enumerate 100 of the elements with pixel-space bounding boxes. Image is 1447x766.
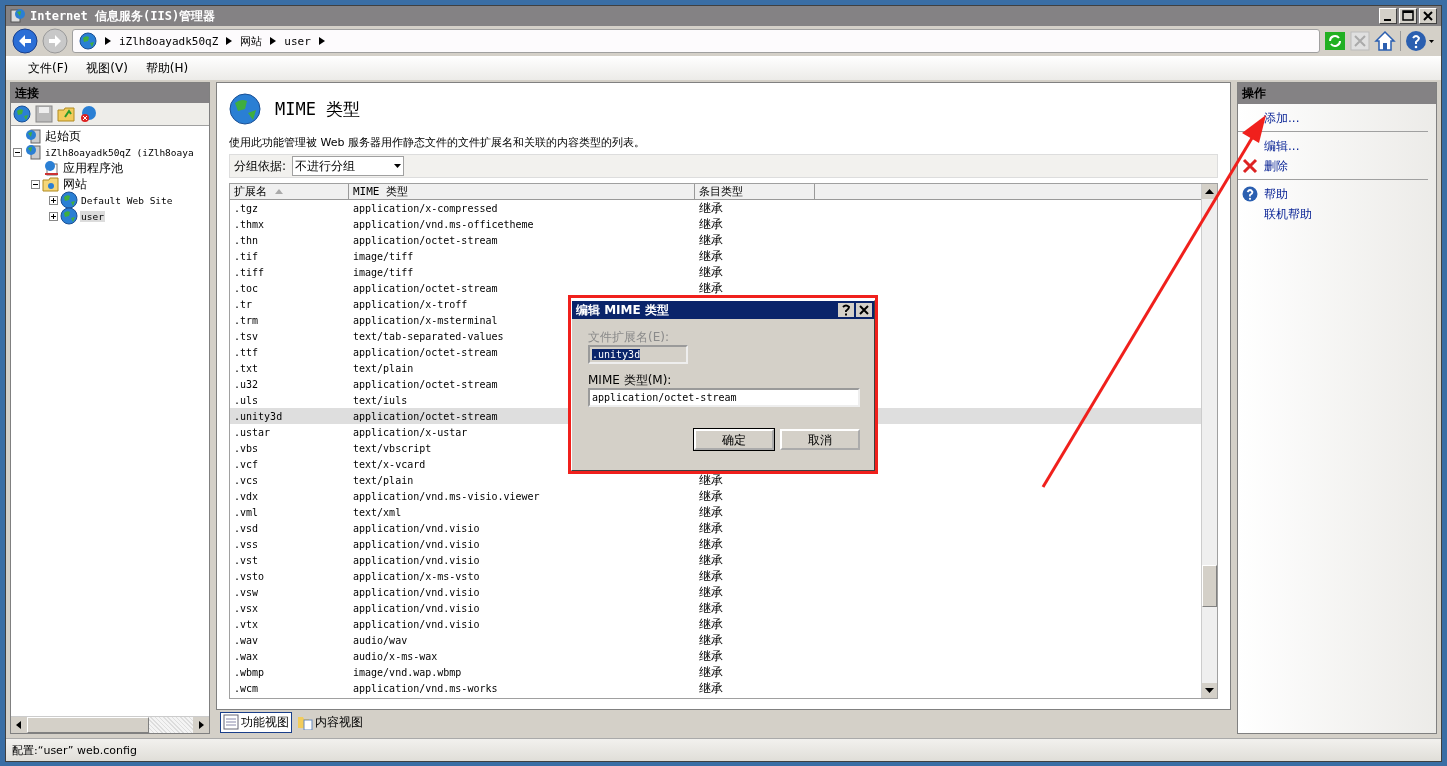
table-cell-text: 继承 bbox=[698, 280, 723, 297]
input-field[interactable]: application/octet-stream bbox=[588, 388, 860, 407]
breadcrumb-item[interactable]: iZlh8oayadk50qZ bbox=[119, 34, 219, 48]
table-cell-text: 继承 bbox=[698, 536, 723, 553]
folder-icon[interactable] bbox=[57, 105, 75, 123]
table-cell-text: .thmx bbox=[233, 219, 265, 230]
menu-item[interactable]: 视图(V) bbox=[86, 59, 128, 77]
table-cell-text: application/vnd.ms-officetheme bbox=[352, 219, 534, 230]
expand-icon[interactable] bbox=[49, 211, 58, 221]
collapse-icon[interactable] bbox=[31, 179, 40, 189]
app-icon bbox=[10, 8, 26, 24]
table-cell-text: application/vnd.ms-works bbox=[352, 683, 498, 694]
table-cell-text: .vtx bbox=[233, 619, 259, 630]
expand-icon[interactable] bbox=[49, 195, 58, 205]
help-icon[interactable] bbox=[1405, 30, 1435, 52]
connect-icon[interactable] bbox=[13, 105, 31, 123]
table-cell-text: 继承 bbox=[698, 472, 723, 489]
table-cell-text: .toc bbox=[233, 283, 259, 294]
tree-item[interactable]: iZlh8oayadk50qZ (iZlh8oaya bbox=[44, 146, 195, 158]
server-icon bbox=[24, 144, 42, 160]
home-icon[interactable] bbox=[1374, 30, 1396, 52]
table-cell-text: 继承 bbox=[698, 552, 723, 569]
table-cell-text: application/x-troff bbox=[352, 298, 468, 310]
table-cell-text: .tif bbox=[233, 251, 259, 262]
action-link[interactable]: 添加... bbox=[1264, 109, 1300, 127]
table-cell-text: 继承 bbox=[698, 504, 723, 521]
table-cell-text: .txt bbox=[233, 362, 259, 374]
refresh-icon[interactable] bbox=[1324, 31, 1346, 51]
group-by-label: 分组依据: bbox=[234, 157, 287, 175]
table-cell-text: .ttf bbox=[233, 346, 259, 358]
close-icon[interactable] bbox=[856, 303, 872, 317]
table-cell-text: 继承 bbox=[698, 616, 723, 633]
table-cell-text: .vss bbox=[233, 539, 259, 550]
table-cell-text: .wav bbox=[233, 635, 259, 646]
close-icon[interactable] bbox=[1419, 8, 1437, 24]
column-header[interactable]: MIME 类型 bbox=[349, 184, 695, 199]
group-by-dropdown[interactable]: 不进行分组 bbox=[292, 156, 405, 176]
scroll-down-icon[interactable] bbox=[1202, 683, 1217, 698]
disconnect-icon[interactable] bbox=[79, 105, 97, 123]
tree-item[interactable]: 起始页 bbox=[44, 127, 82, 145]
column-header[interactable]: 扩展名 bbox=[230, 184, 349, 199]
table-cell-text: text/vbscript bbox=[352, 442, 432, 454]
table-cell-text: 继承 bbox=[698, 216, 723, 233]
menu-item[interactable]: 文件(F) bbox=[28, 59, 69, 77]
list-view-icon bbox=[223, 714, 239, 730]
dialog-button[interactable]: 确定 bbox=[694, 429, 774, 450]
table-cell-text: application/vnd.visio bbox=[352, 603, 480, 614]
breadcrumb-item[interactable]: 网站 bbox=[240, 33, 263, 49]
caret-icon bbox=[318, 37, 325, 45]
minimize-button[interactable] bbox=[1379, 8, 1397, 24]
help-button[interactable] bbox=[838, 303, 854, 317]
table-cell-text: application/vnd.visio bbox=[352, 523, 480, 534]
view-tab[interactable]: 功能视图 bbox=[220, 711, 292, 733]
table-cell-text: audio/x-ms-wax bbox=[352, 651, 438, 662]
back-button[interactable] bbox=[12, 28, 38, 54]
table-cell-text: .wax bbox=[233, 651, 259, 662]
table-cell-text: .vsw bbox=[233, 587, 259, 598]
column-header[interactable]: 条目类型 bbox=[695, 184, 815, 199]
view-tab[interactable]: 内容视图 bbox=[294, 711, 366, 733]
table-cell-text: .vml bbox=[233, 507, 259, 518]
table-cell-text: 继承 bbox=[698, 200, 723, 217]
address-bar[interactable]: iZlh8oayadk50qZ 网站 user bbox=[72, 29, 1320, 53]
table-cell-text: image/vnd.wap.wbmp bbox=[352, 667, 462, 678]
table-cell-text: application/octet-stream bbox=[352, 346, 498, 358]
tree-item[interactable]: user bbox=[80, 210, 105, 222]
breadcrumb-item[interactable]: user bbox=[284, 34, 311, 48]
scroll-up-icon[interactable] bbox=[1202, 184, 1217, 199]
table-cell-text: application/vnd.visio bbox=[352, 555, 480, 566]
folder-icon bbox=[42, 176, 60, 192]
table-cell-text: 继承 bbox=[698, 248, 723, 265]
table-cell-text: application/octet-stream bbox=[352, 235, 498, 246]
action-link[interactable]: 删除 bbox=[1264, 157, 1288, 175]
menu-item[interactable]: 帮助(H) bbox=[145, 59, 189, 77]
panel-title: 连接 bbox=[11, 83, 209, 103]
panel-title: 操作 bbox=[1238, 83, 1436, 104]
scroll-left-icon[interactable] bbox=[11, 717, 27, 733]
globe-icon bbox=[229, 93, 261, 125]
scrollbar-thumb[interactable] bbox=[1202, 565, 1217, 607]
table-cell-text: .tiff bbox=[233, 267, 265, 278]
maximize-button[interactable] bbox=[1399, 8, 1417, 24]
action-link[interactable]: 帮助 bbox=[1264, 185, 1288, 203]
description-text: 使用此功能管理被 Web 服务器用作静态文件的文件扩展名和关联的内容类型的列表。 bbox=[229, 135, 646, 150]
action-link[interactable]: 联机帮助 bbox=[1264, 205, 1312, 223]
table-cell-text: application/octet-stream bbox=[352, 283, 498, 294]
scrollbar-thumb[interactable] bbox=[27, 717, 149, 733]
action-link[interactable]: 编辑... bbox=[1264, 137, 1300, 155]
collapse-icon[interactable] bbox=[13, 147, 22, 157]
table-cell-text: text/iuls bbox=[352, 394, 408, 406]
tree-item[interactable]: 应用程序池 bbox=[62, 159, 124, 177]
table-cell-text: application/x-compressed bbox=[352, 203, 498, 214]
table-cell-text: 继承 bbox=[698, 680, 723, 697]
table-cell-text: application/vnd.visio bbox=[352, 619, 480, 630]
table-cell-text: application/x-msterminal bbox=[352, 314, 498, 326]
table-cell-text: 继承 bbox=[698, 632, 723, 649]
dialog-button[interactable]: 取消 bbox=[780, 429, 860, 450]
table-cell-text: 继承 bbox=[698, 264, 723, 281]
scroll-right-icon[interactable] bbox=[193, 717, 209, 733]
tree-item[interactable]: 网站 bbox=[62, 175, 88, 193]
tree-item[interactable]: Default Web Site bbox=[80, 194, 174, 206]
table-cell-text: image/tiff bbox=[352, 251, 414, 262]
